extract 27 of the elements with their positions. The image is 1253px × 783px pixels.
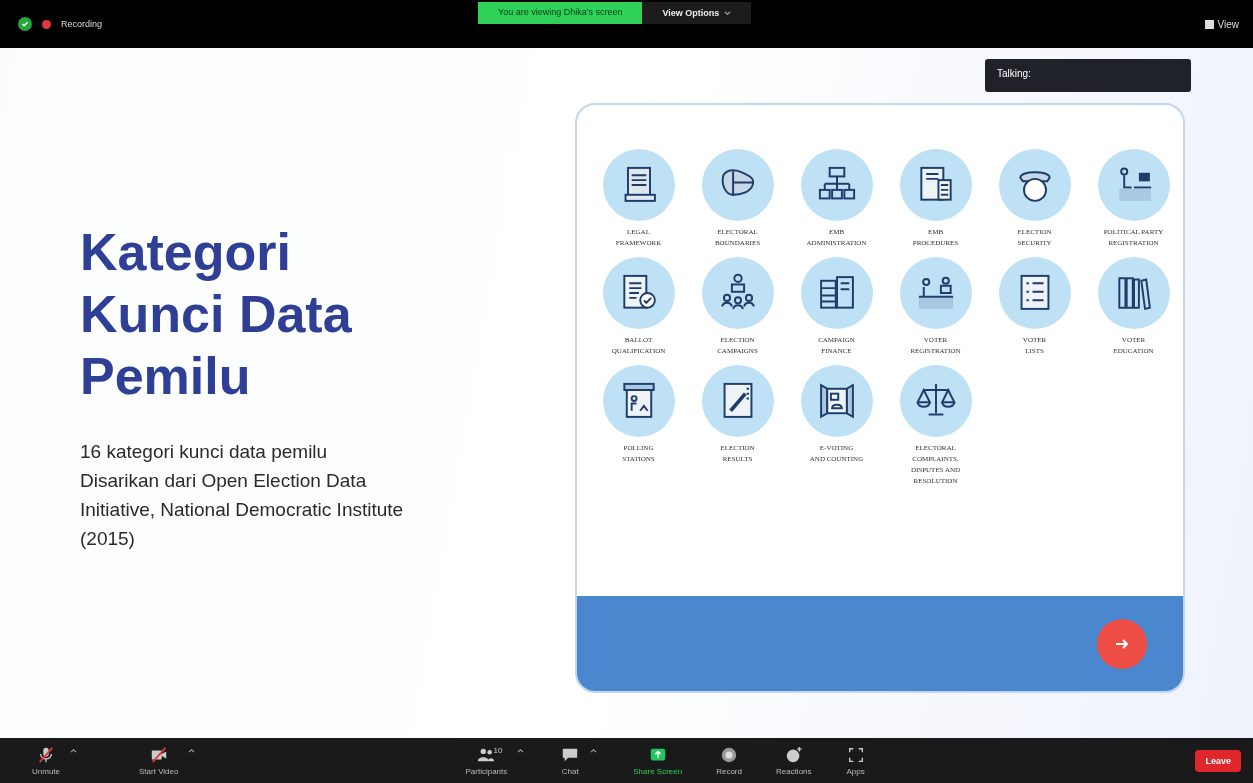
grid-icon [1204, 19, 1214, 29]
apps-button[interactable]: Apps [841, 743, 870, 778]
view-options-button[interactable]: View Options [642, 2, 752, 24]
view-button[interactable]: View [1198, 17, 1245, 31]
talking-indicator: Talking: [985, 59, 1191, 92]
caret-icon [70, 747, 77, 753]
leave-button[interactable]: Leave [1195, 749, 1241, 772]
reactions-button[interactable]: Reactions [771, 743, 816, 778]
caret-icon [517, 747, 525, 753]
muted-mic-icon [36, 745, 56, 764]
recording-dot-icon [42, 19, 51, 29]
caret-icon [188, 747, 196, 753]
chat-button[interactable]: Chat [556, 743, 585, 778]
video-button[interactable]: Start Video [135, 743, 183, 778]
share-button[interactable]: Share Screen [629, 743, 687, 778]
mic-button[interactable]: Unmute [28, 743, 64, 778]
shield-icon[interactable] [18, 17, 32, 31]
participants-button[interactable]: 10 Participants [461, 743, 512, 778]
participant-count: 10 [493, 745, 503, 755]
slide-title: Kategori Kunci Data Pemilu [80, 222, 353, 407]
slide-source: Disarikan dari Open Election Data Initiative, National Democratic Institute (2015) [80, 469, 405, 551]
caret-icon [590, 747, 598, 753]
recording-label: Recording [61, 19, 103, 29]
viewing-banner: You are viewing Dhika's screen [478, 2, 643, 24]
record-button[interactable]: Record [712, 743, 746, 778]
slide-subtitle: 16 kategori kunci data pemilu [80, 440, 329, 464]
caret-icon [724, 10, 732, 16]
